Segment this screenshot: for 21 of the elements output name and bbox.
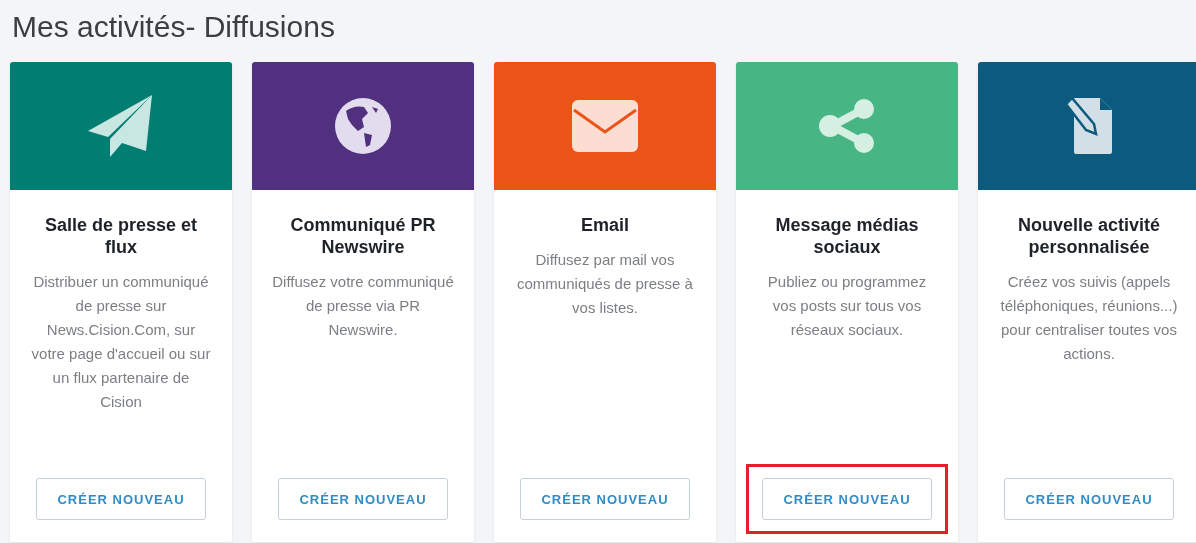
- card-description: Créez vos suivis (appels téléphoniques, réunions...) pour centraliser toutes vos actions.: [999, 272, 1179, 364]
- page-title: Mes activités- Diffusions: [12, 10, 335, 44]
- globe-icon: [334, 97, 392, 155]
- card-title: Nouvelle activité personnalisée: [1016, 214, 1162, 258]
- create-new-button[interactable]: CRÉER NOUVEAU: [762, 478, 932, 520]
- create-new-button[interactable]: CRÉER NOUVEAU: [520, 478, 690, 520]
- envelope-icon: [572, 100, 638, 152]
- card-title: Salle de presse et flux: [43, 214, 199, 258]
- card-title: Message médias sociaux: [774, 214, 920, 258]
- card-description: Publiez ou programmez vos posts sur tous vos réseaux sociaux.: [766, 272, 928, 340]
- card-description: Diffusez par mail vos communiqués de presse à vos listes.: [516, 250, 694, 318]
- card-title: Communiqué PR Newswire: [289, 214, 437, 258]
- create-new-button[interactable]: CRÉER NOUVEAU: [1004, 478, 1174, 520]
- create-new-button[interactable]: CRÉER NOUVEAU: [36, 478, 206, 520]
- card-title: Email: [581, 214, 629, 236]
- create-new-button[interactable]: CRÉER NOUVEAU: [278, 478, 448, 520]
- card-description: Diffusez votre communiqué de presse via PR Newswire.: [272, 272, 454, 340]
- paper-plane-icon: [88, 95, 154, 157]
- share-icon: [818, 98, 876, 154]
- document-pencil-icon: [1064, 98, 1114, 154]
- card-description: Distribuer un communiqué de presse sur News.Cision.Com, sur votre page d'accueil ou sur un flux partenaire de Cision: [30, 272, 212, 412]
